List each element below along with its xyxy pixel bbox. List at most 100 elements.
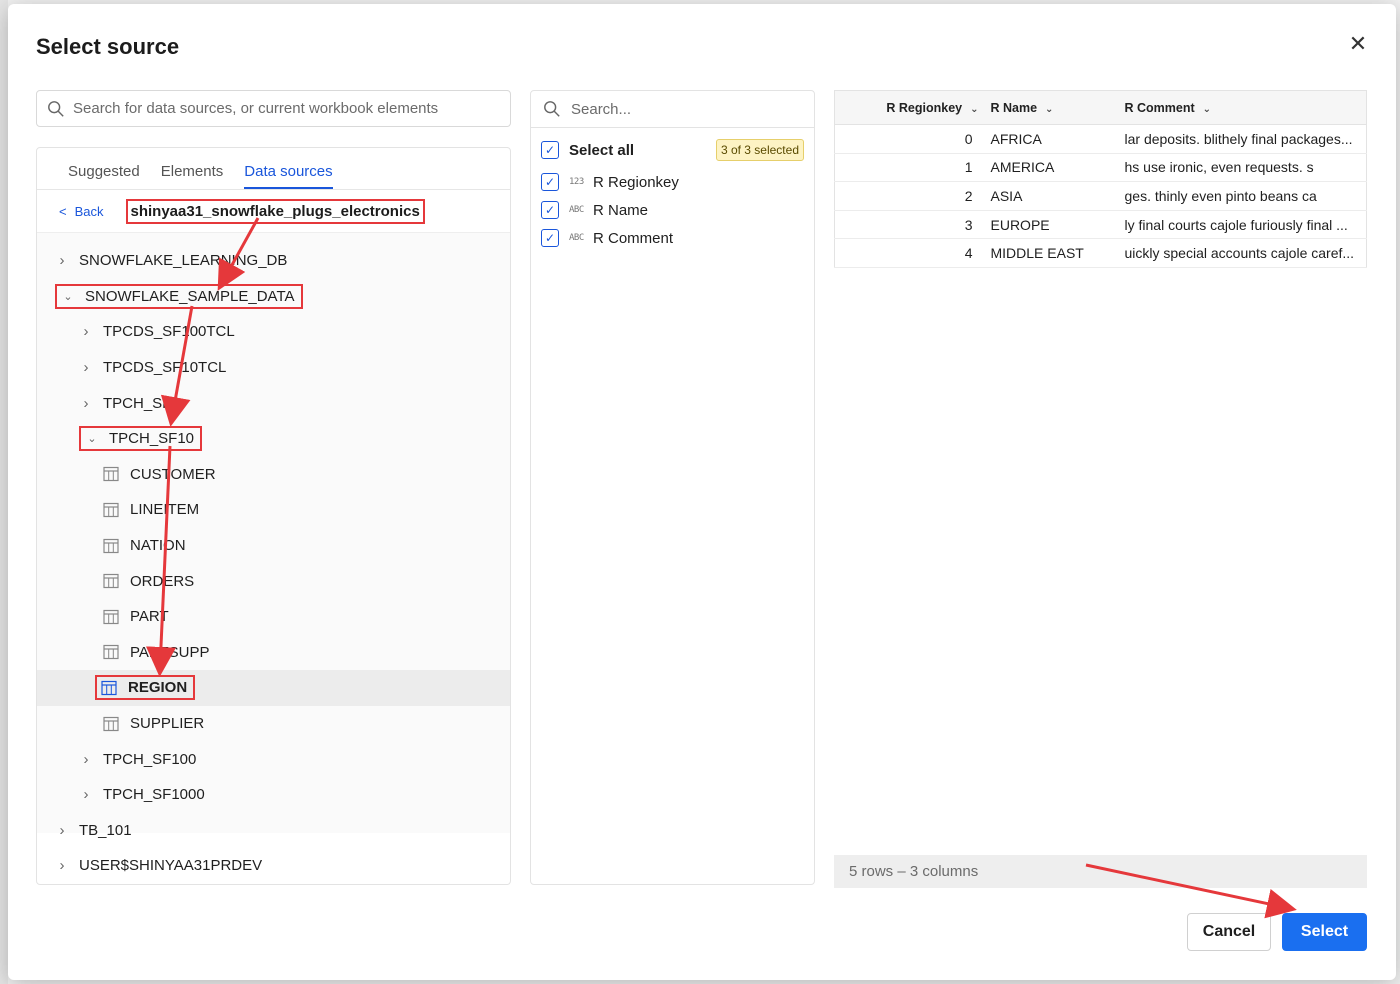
tree-table-item[interactable]: PART — [37, 599, 510, 635]
chevron-right-icon[interactable]: › — [55, 822, 69, 839]
column-checkbox[interactable]: ✓ — [541, 229, 559, 247]
tree-item-label: TPCH_SF10 — [109, 430, 195, 448]
select-all-checkbox[interactable]: ✓ — [541, 141, 559, 159]
select-button[interactable]: Select — [1282, 913, 1367, 951]
data-preview: R Regionkey ⌄ R Name ⌄ R Comment ⌄ 0 AFRICA l… — [834, 90, 1367, 888]
tree-folder-item[interactable]: › TPCH_SF100 — [37, 741, 510, 777]
column-search-input[interactable] — [571, 100, 791, 118]
preview-summary: 5 rows – 3 columns — [834, 855, 1367, 888]
preview-table: R Regionkey ⌄ R Name ⌄ R Comment ⌄ 0 AFRICA l… — [834, 90, 1367, 268]
tree-item-label: PART — [130, 608, 169, 626]
back-label: Back — [74, 203, 104, 219]
chevron-right-icon[interactable]: › — [79, 786, 93, 803]
tab-elements[interactable]: Elements — [161, 163, 224, 189]
comment-cell: hs use ironic, even requests. s — [1118, 153, 1367, 183]
chevron-right-icon[interactable]: › — [79, 359, 93, 376]
column-header-label: R Comment — [1124, 100, 1195, 115]
table-icon — [103, 716, 119, 731]
tree-folder-item[interactable]: ⌄ SNOWFLAKE_SAMPLE_DATA — [37, 279, 510, 315]
chevron-down-icon: ⌄ — [970, 103, 979, 115]
column-item[interactable]: ✓ ABC R Comment — [531, 224, 814, 252]
tree-folder-item[interactable]: › TPCDS_SF100TCL — [37, 314, 510, 350]
tree-table-item[interactable]: CUSTOMER — [37, 457, 510, 493]
preview-row: 2 ASIA ges. thinly even pinto beans ca — [834, 181, 1367, 211]
chevron-right-icon[interactable]: › — [55, 252, 69, 269]
dialog-title: Select source — [36, 34, 180, 59]
tree-item-label: TB_101 — [79, 821, 132, 839]
tree-table-item[interactable]: ORDERS — [37, 563, 510, 599]
column-item[interactable]: ✓ 123 R Regionkey — [531, 168, 814, 196]
column-header-name[interactable]: R Name ⌄ — [984, 90, 1119, 125]
column-label: R Name — [593, 201, 649, 219]
name-cell: MIDDLE EAST — [984, 238, 1119, 268]
column-header-regionkey[interactable]: R Regionkey ⌄ — [834, 90, 985, 125]
tree-item-label: TPCDS_SF10TCL — [103, 359, 227, 377]
name-cell: AMERICA — [984, 153, 1119, 183]
table-icon — [103, 609, 119, 624]
source-search-field[interactable] — [36, 90, 511, 127]
chevron-right-icon[interactable]: › — [79, 751, 93, 768]
tab-data-sources[interactable]: Data sources — [244, 163, 333, 189]
search-icon — [544, 101, 560, 117]
source-tabs: Suggested Elements Data sources — [37, 148, 510, 190]
tree-folder-item[interactable]: › SNOWFLAKE_LEARNING_DB — [37, 243, 510, 279]
back-button[interactable]: < Back — [59, 204, 104, 219]
select-all-row[interactable]: ✓ Select all 3 of 3 selected — [531, 132, 814, 168]
column-item[interactable]: ✓ ABC R Name — [531, 196, 814, 224]
tree-folder-item[interactable]: › TPCH_SF1 — [37, 385, 510, 421]
chevron-right-icon[interactable]: › — [55, 857, 69, 874]
select-source-dialog: Select source ✕ Suggested Elements Data … — [8, 4, 1396, 980]
tree-item-label: TPCH_SF100 — [103, 750, 197, 768]
column-header-label: R Name — [990, 100, 1038, 115]
preview-row: 1 AMERICA hs use ironic, even requests. s — [834, 153, 1367, 183]
tab-suggested[interactable]: Suggested — [68, 163, 140, 189]
data-source-browser: Suggested Elements Data sources < Back s… — [36, 147, 511, 885]
tree-folder-item[interactable]: › TPCH_SF1000 — [37, 777, 510, 813]
preview-header-row: R Regionkey ⌄ R Name ⌄ R Comment ⌄ — [834, 90, 1367, 125]
cancel-button[interactable]: Cancel — [1187, 913, 1271, 951]
column-checkbox[interactable]: ✓ — [541, 201, 559, 219]
chevron-right-icon[interactable]: › — [79, 323, 93, 340]
tree-table-item[interactable]: PARTSUPP — [37, 635, 510, 671]
name-cell: AFRICA — [984, 124, 1119, 154]
breadcrumb-current-connection: shinyaa31_snowflake_plugs_electronics — [125, 198, 425, 224]
comment-cell: uickly special accounts cajole caref... — [1118, 238, 1367, 268]
chevron-down-icon[interactable]: ⌄ — [85, 432, 99, 445]
chevron-down-icon: ⌄ — [1045, 103, 1054, 115]
preview-row: 3 EUROPE ly final courts cajole furiously … — [834, 210, 1367, 240]
regionkey-cell: 2 — [834, 181, 985, 211]
close-button[interactable]: ✕ — [1344, 30, 1372, 58]
tree-table-item[interactable]: REGION — [37, 670, 510, 706]
column-header-label: R Regionkey — [886, 100, 963, 115]
table-icon — [101, 680, 117, 696]
breadcrumb: < Back shinyaa31_snowflake_plugs_electro… — [37, 190, 510, 233]
tree-folder-item[interactable]: › TB_101 — [37, 813, 510, 849]
tree-folder-item[interactable]: › TPCDS_SF10TCL — [37, 350, 510, 386]
table-icon — [103, 645, 119, 660]
tree-table-item[interactable]: SUPPLIER — [37, 706, 510, 742]
tree-item-label: TPCH_SF1 — [103, 394, 180, 412]
chevron-right-icon[interactable]: › — [79, 395, 93, 412]
tree-item-label: CUSTOMER — [130, 465, 216, 483]
column-checkbox[interactable]: ✓ — [541, 173, 559, 191]
text-type-icon: ABC — [569, 205, 584, 215]
tree-item-label: SUPPLIER — [130, 715, 205, 733]
background-app-edge — [0, 0, 8, 984]
tree-table-item[interactable]: NATION — [37, 528, 510, 564]
tree-item-label: ORDERS — [130, 572, 195, 590]
table-icon — [103, 574, 119, 589]
columns-panel: ✓ Select all 3 of 3 selected ✓ 123 R Reg… — [530, 90, 815, 885]
tree-item-label: TPCH_SF1000 — [103, 786, 205, 804]
tree-folder-item[interactable]: › USER$SHINYAA31PRDEV — [37, 848, 510, 884]
column-header-comment[interactable]: R Comment ⌄ — [1118, 90, 1367, 125]
source-tree: › SNOWFLAKE_LEARNING_DB ⌄ SNOWFLAKE_SAMPLE_… — [37, 233, 510, 874]
chevron-down-icon[interactable]: ⌄ — [61, 290, 75, 303]
tree-folder-item[interactable]: ⌄ TPCH_SF10 — [37, 421, 510, 457]
tree-table-item[interactable]: LINEITEM — [37, 492, 510, 528]
preview-body: 0 AFRICA lar deposits. blithely final pack… — [834, 124, 1367, 268]
chevron-down-icon: ⌄ — [1202, 103, 1212, 115]
regionkey-cell: 4 — [834, 238, 985, 268]
source-search-input[interactable] — [73, 100, 493, 117]
name-cell: ASIA — [984, 181, 1119, 211]
column-search-field[interactable] — [531, 91, 814, 128]
